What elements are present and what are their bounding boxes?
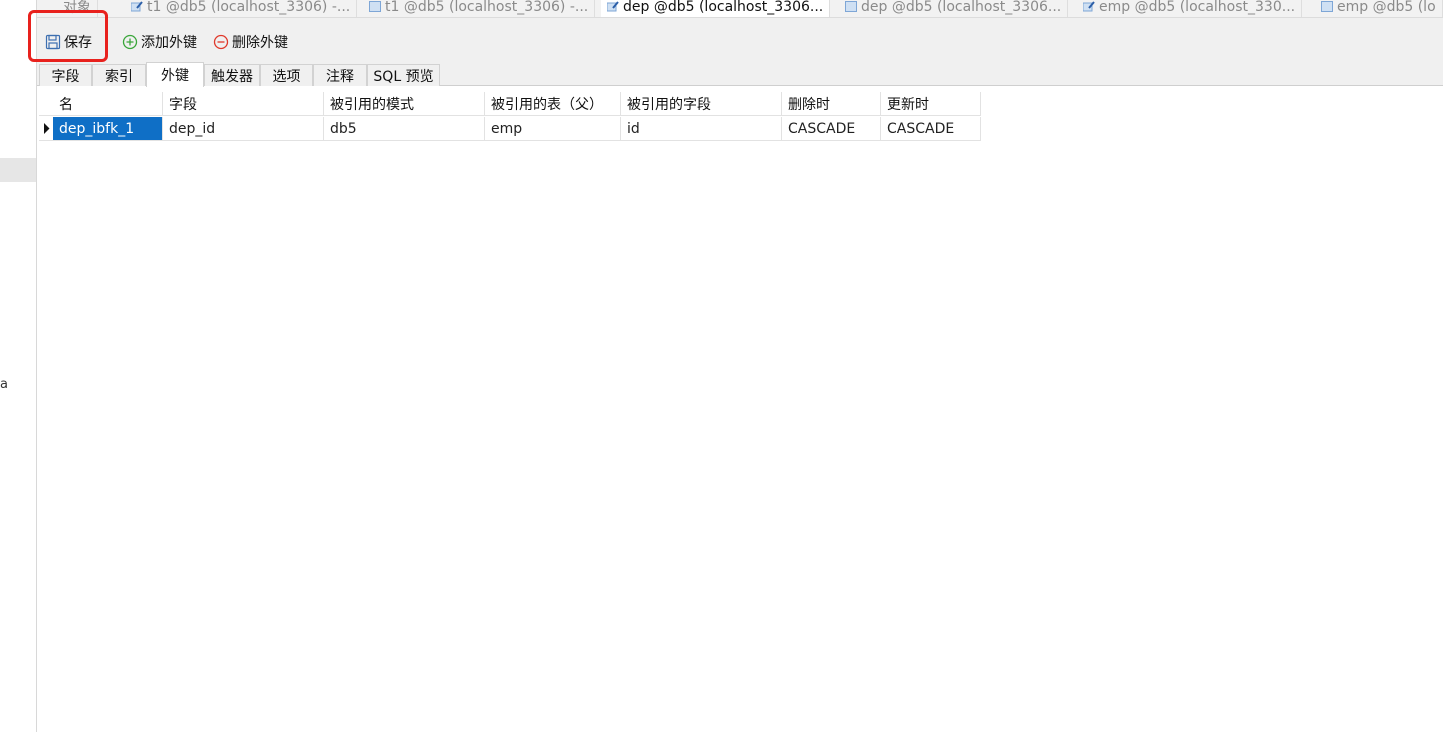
column-header-ref-table[interactable]: 被引用的表（父） [485, 92, 621, 116]
current-row-arrow-icon [39, 117, 53, 141]
cell-field[interactable]: dep_id [163, 117, 324, 141]
cell-name[interactable]: dep_ibfk_1 [53, 117, 163, 141]
tab-label: emp @db5 (localhost_330... [1099, 0, 1296, 15]
grid-header-row: 名 字段 被引用的模式 被引用的表（父） 被引用的字段 删除时 更新时 [39, 92, 981, 116]
tab-label: dep @db5 (localhost_3306... [861, 0, 1062, 15]
cell-on-update[interactable]: CASCADE [881, 117, 981, 141]
subtab-options[interactable]: 选项 [260, 64, 313, 86]
subtab-sql-preview[interactable]: SQL 预览 [367, 64, 440, 86]
tab-objects[interactable]: 对象 [57, 0, 98, 17]
cell-on-delete[interactable]: CASCADE [782, 117, 881, 141]
add-foreign-key-button[interactable]: 添加外键 [122, 32, 197, 52]
table-icon [369, 1, 381, 12]
save-icon [45, 34, 61, 50]
subtab-indexes[interactable]: 索引 [92, 64, 146, 86]
tab-dep-data[interactable]: dep @db5 (localhost_3306... [839, 0, 1069, 17]
subtab-foreign-keys[interactable]: 外键 [146, 62, 204, 87]
table-row[interactable]: dep_ibfk_1 dep_id db5 emp id CASCADE CAS… [39, 117, 981, 141]
tab-dep-design[interactable]: dep @db5 (localhost_3306... [601, 0, 831, 17]
delete-foreign-key-label: 删除外键 [232, 35, 288, 51]
save-button-label: 保存 [64, 35, 92, 51]
tab-t1-design[interactable]: t1 @db5 (localhost_3306) -... [125, 0, 358, 17]
add-circle-icon [122, 34, 138, 50]
tab-label: t1 @db5 (localhost_3306) -... [385, 0, 589, 15]
left-panel-selected-row[interactable] [0, 158, 36, 182]
column-header-name[interactable]: 名 [53, 92, 163, 116]
left-panel: a [0, 0, 37, 732]
table-edit-icon [607, 1, 619, 12]
design-subtabs: 字段 索引 外键 触发器 选项 注释 SQL 预览 [37, 62, 1443, 87]
table-edit-icon [131, 1, 143, 12]
save-button[interactable]: 保存 [45, 32, 92, 52]
subtab-fields[interactable]: 字段 [39, 64, 92, 86]
tab-emp-data[interactable]: emp @db5 (lo [1315, 0, 1443, 17]
tab-label: 对象 [63, 0, 91, 16]
table-icon [1321, 1, 1333, 12]
toolbar: 保存 添加外键 删除外键 [37, 18, 1443, 62]
cell-ref-table[interactable]: emp [485, 117, 621, 141]
add-foreign-key-label: 添加外键 [141, 35, 197, 51]
delete-foreign-key-button[interactable]: 删除外键 [213, 32, 288, 52]
left-panel-text-fragment: a [0, 377, 8, 392]
table-icon [845, 1, 857, 12]
tab-t1-data[interactable]: t1 @db5 (localhost_3306) -... [363, 0, 596, 17]
tab-label: dep @db5 (localhost_3306... [623, 0, 824, 15]
subtab-triggers[interactable]: 触发器 [204, 64, 260, 86]
column-header-field[interactable]: 字段 [163, 92, 324, 116]
column-header-ref-schema[interactable]: 被引用的模式 [324, 92, 485, 116]
cell-ref-schema[interactable]: db5 [324, 117, 485, 141]
row-indicator-header [39, 92, 53, 116]
cell-ref-field[interactable]: id [621, 117, 782, 141]
tab-label: t1 @db5 (localhost_3306) -... [147, 0, 351, 15]
column-header-on-update[interactable]: 更新时 [881, 92, 981, 116]
editor-tab-bar: 对象 t1 @db5 (localhost_3306) -... t1 @db5… [37, 0, 1443, 18]
column-header-ref-field[interactable]: 被引用的字段 [621, 92, 782, 116]
tab-label: emp @db5 (lo [1337, 0, 1436, 15]
table-edit-icon [1083, 1, 1095, 12]
subtab-comment[interactable]: 注释 [313, 64, 367, 86]
tab-emp-design[interactable]: emp @db5 (localhost_330... [1077, 0, 1303, 17]
remove-circle-icon [213, 34, 229, 50]
column-header-on-delete[interactable]: 删除时 [782, 92, 881, 116]
